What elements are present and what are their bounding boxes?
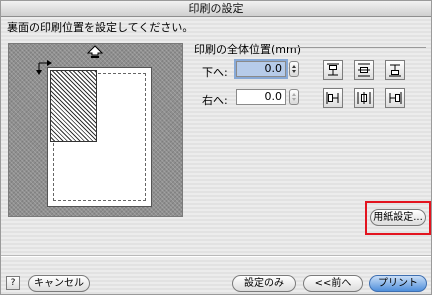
paper-sheet (47, 67, 152, 207)
print-settings-window: 印刷の設定 裏面の印刷位置を設定してください。 印刷の全体位置(mm) 下へ: … (0, 0, 432, 295)
print-image-area[interactable] (50, 70, 97, 142)
paper-settings-button[interactable]: 用紙設定... (370, 209, 426, 226)
up-arrow-icon (87, 45, 103, 58)
window-title: 印刷の設定 (188, 2, 244, 15)
align-horizontal-center-button[interactable] (354, 88, 374, 108)
print-position-preview (8, 43, 183, 217)
align-horizontal-center-icon (357, 92, 371, 104)
stepper-up-icon[interactable] (292, 65, 296, 68)
stepper-down-icon[interactable] (292, 70, 296, 73)
print-button[interactable]: プリント (369, 275, 427, 292)
settings-only-button[interactable]: 設定のみ (232, 275, 296, 292)
right-offset-input[interactable]: 0.0 (236, 89, 286, 105)
stepper-down-icon[interactable] (292, 98, 296, 101)
align-right-button[interactable] (385, 88, 405, 108)
footer-separator (1, 255, 431, 257)
down-offset-input[interactable]: 0.0 (236, 61, 286, 77)
down-offset-stepper[interactable] (289, 61, 299, 77)
align-left-button[interactable] (323, 88, 343, 108)
down-label: 下へ: (202, 66, 228, 79)
help-button[interactable]: ? (6, 276, 20, 290)
right-offset-stepper[interactable] (289, 89, 299, 105)
position-group-title: 印刷の全体位置(mm) (194, 43, 302, 56)
align-left-icon (326, 92, 339, 104)
cancel-button[interactable]: キャンセル (28, 275, 90, 292)
align-vertical-center-icon (358, 63, 370, 77)
align-bottom-icon (389, 64, 401, 77)
instruction-text: 裏面の印刷位置を設定してください。 (7, 21, 194, 34)
align-top-button[interactable] (323, 60, 343, 80)
align-vertical-center-button[interactable] (354, 60, 374, 80)
previous-button[interactable]: <<前へ (303, 275, 363, 292)
align-bottom-button[interactable] (385, 60, 405, 80)
align-right-icon (389, 92, 402, 104)
right-label: 右へ: (202, 94, 228, 107)
group-divider (288, 47, 426, 48)
align-top-icon (327, 63, 339, 76)
stepper-up-icon[interactable] (292, 93, 296, 96)
window-titlebar: 印刷の設定 (1, 1, 431, 17)
